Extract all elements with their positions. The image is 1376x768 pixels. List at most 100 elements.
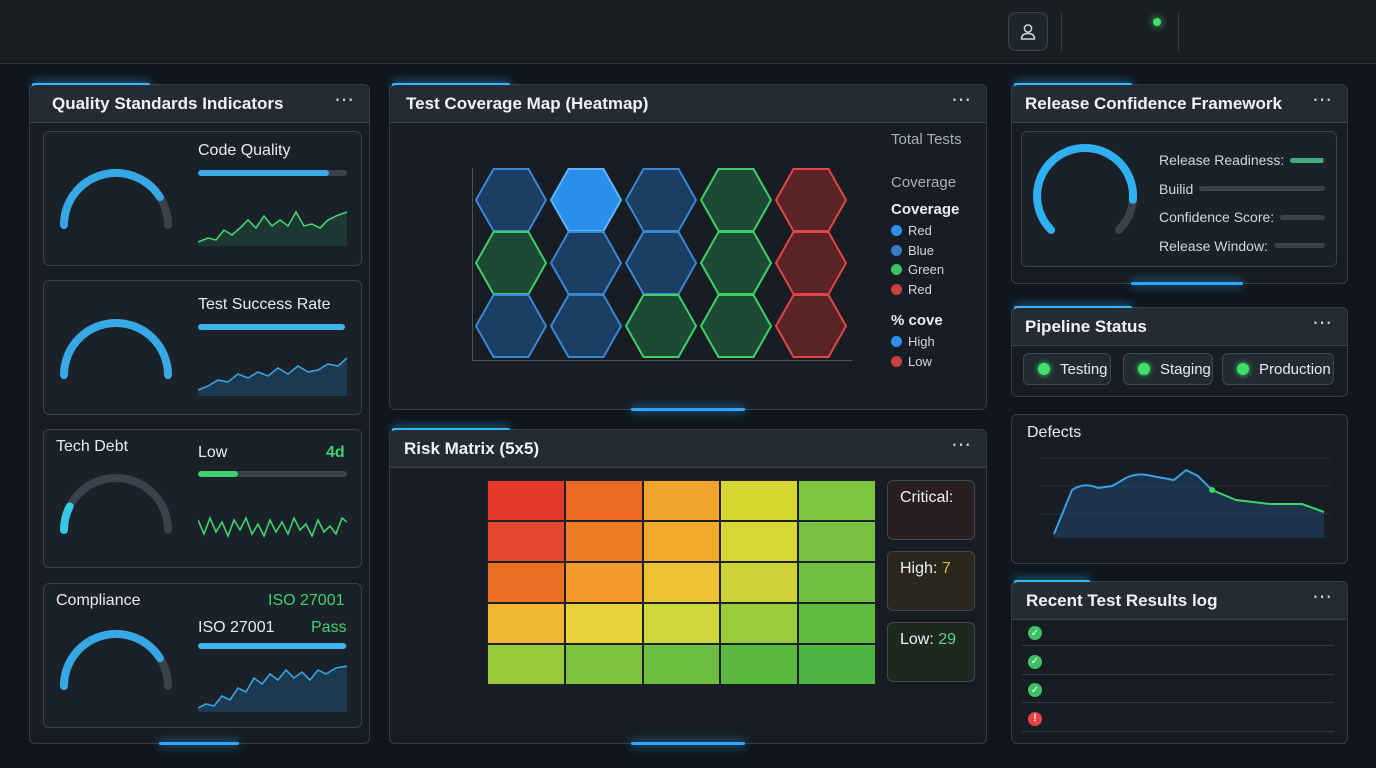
heatmap-hex-cell[interactable] [774,294,848,358]
risk-matrix-cell[interactable] [643,481,720,520]
heatmap-hex-cell[interactable] [474,231,548,295]
test-success-gauge [60,319,172,379]
total-tests-label: Total Tests [891,131,962,148]
coverage-legend: Red Blue Green Red [891,223,944,301]
low-count-box[interactable]: Low: 29 [887,622,975,682]
risk-matrix-cell[interactable] [565,645,642,684]
more-options-icon[interactable]: ⋯ [951,90,972,113]
gauge-value [60,629,164,690]
risk-matrix-cell[interactable] [721,481,798,520]
test-result-row[interactable]: ✓ [1022,618,1334,646]
test-result-row[interactable]: ! [1022,704,1334,732]
status-dot-icon [1237,363,1249,375]
panel-header: Quality Standards Indicators ⋯ [30,85,369,123]
risk-matrix-cell[interactable] [488,481,564,520]
risk-matrix-cell[interactable] [721,522,798,561]
release-metric-bar [1290,157,1325,163]
defects-title: Defects [1027,424,1082,441]
test-result-row[interactable]: ✓ [1022,647,1334,675]
risk-matrix-cell[interactable] [721,604,798,643]
code-quality-gauge [60,168,172,229]
more-options-icon[interactable]: ⋯ [951,435,972,458]
release-metric-row: Release Window: [1159,232,1325,261]
defects-trend-chart [1040,457,1330,538]
heatmap-hex-cell[interactable] [774,168,848,232]
heatmap-hex-cell[interactable] [699,231,773,295]
legend-item: High [891,334,935,354]
more-options-icon[interactable]: ⋯ [1312,313,1333,336]
pipeline-stage-staging[interactable]: Staging [1123,353,1213,385]
top-bar [0,0,1376,64]
risk-matrix-cell[interactable] [643,645,720,684]
heatmap-hex-cell[interactable] [774,231,848,295]
high-count-box[interactable]: High: 7 [887,551,975,611]
legend-item: Green [891,262,944,282]
heatmap-hex-cell[interactable] [549,168,623,232]
release-metric-label: Release Readiness: [1159,152,1285,169]
heatmap-hex-cell[interactable] [474,294,548,358]
error-circle-icon: ! [1028,711,1042,726]
more-options-icon[interactable]: ⋯ [1312,587,1333,610]
risk-matrix-cell[interactable] [565,604,642,643]
risk-matrix-cell[interactable] [488,522,564,561]
test-result-row[interactable]: ✓ [1022,675,1334,703]
risk-matrix-cell[interactable] [488,645,564,684]
risk-matrix-cell[interactable] [721,645,798,684]
heatmap-hex-cell[interactable] [699,168,773,232]
topbar-divider [1061,13,1062,51]
code-quality-bar [198,170,347,176]
risk-matrix-cell[interactable] [488,604,564,643]
risk-matrix-cell[interactable] [643,604,720,643]
legend-swatch [891,225,902,236]
risk-matrix-cell[interactable] [799,481,875,520]
gauge-value [60,502,74,534]
heatmap-hex-cell[interactable] [474,168,548,232]
risk-matrix-cell[interactable] [799,645,875,684]
panel-header: Risk Matrix (5x5) ⋯ [390,430,986,468]
code-quality-label: Code Quality [198,142,291,159]
release-metric-bar [1273,243,1325,249]
heatmap-hex-cell[interactable] [624,294,698,358]
coverage-label: Coverage [891,174,957,191]
risk-matrix-cell[interactable] [643,563,720,602]
risk-matrix-cell[interactable] [565,481,642,520]
user-profile-button[interactable] [1008,12,1048,51]
low-value: 29 [938,631,957,648]
legend-swatch [891,244,902,256]
panel-header: Test Coverage Map (Heatmap) ⋯ [390,85,986,123]
test-success-bar [198,324,345,330]
risk-matrix-cell[interactable] [721,563,798,602]
heatmap-hex-cell[interactable] [699,294,773,358]
risk-matrix-cell[interactable] [799,604,875,643]
panel-accent [1131,282,1243,285]
risk-matrix-cell[interactable] [565,563,642,602]
tech-debt-bar [198,471,347,477]
check-circle-icon: ✓ [1028,626,1042,640]
heatmap-hex-cell[interactable] [624,231,698,295]
legend-title: % cove [891,312,943,329]
risk-matrix-cell[interactable] [799,563,875,602]
risk-matrix-cell[interactable] [565,522,642,561]
risk-matrix-cell[interactable] [488,563,564,602]
panel-title: Quality Standards Indicators [52,93,284,113]
gauge-track [60,169,172,229]
code-quality-sparkline [198,210,347,246]
percent-coverage-legend: High Low [891,334,935,374]
panel-title: Recent Test Results log [1026,590,1218,610]
heatmap-hex-cell[interactable] [549,294,623,358]
critical-count-box[interactable]: Critical: [887,480,975,540]
high-value: 7 [941,560,951,577]
risk-matrix-cell[interactable] [799,522,875,561]
more-options-icon[interactable]: ⋯ [1312,90,1333,113]
release-metric-label: Release Window: [1159,237,1268,254]
pipeline-stage-production[interactable]: Production [1222,353,1334,385]
tech-debt-sparkline [198,515,347,539]
pipeline-stage-testing[interactable]: Testing [1023,353,1111,385]
panel-header: Recent Test Results log ⋯ [1012,582,1347,620]
release-metric-bar [1280,214,1325,220]
risk-matrix-cell[interactable] [643,522,720,561]
heatmap-hex-cell[interactable] [549,231,623,295]
heatmap-hex-cell[interactable] [624,168,698,232]
legend-item: Blue [891,243,944,263]
more-options-icon[interactable]: ⋯ [334,90,355,113]
